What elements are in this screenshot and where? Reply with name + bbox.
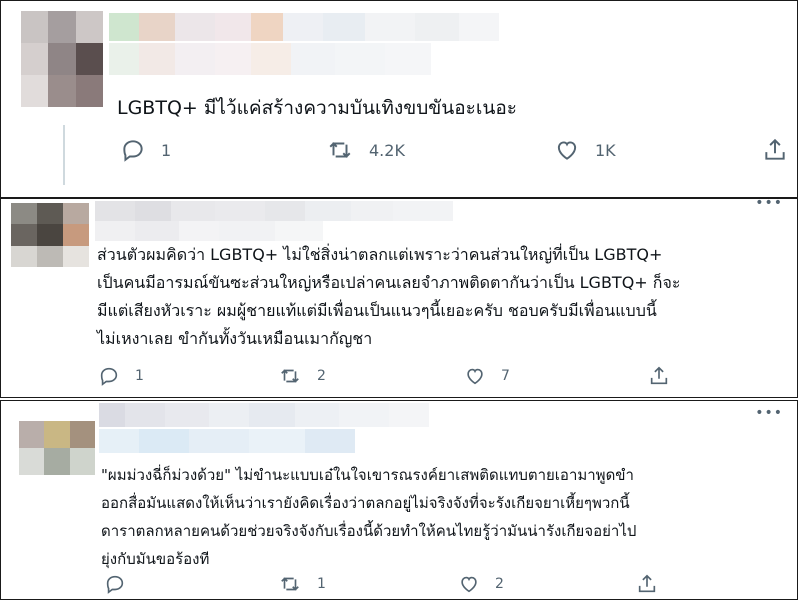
- author-name: [95, 201, 575, 221]
- like-icon: [557, 141, 577, 160]
- like-button[interactable]: 1K: [553, 137, 616, 163]
- tweet-text-line-4: ยุ่งกับมันขอร้องที: [101, 550, 210, 568]
- share-button[interactable]: [761, 137, 789, 163]
- reply-button[interactable]: 1: [119, 137, 171, 163]
- reply-count: 1: [135, 368, 144, 384]
- tweet-text-line-1: "ผมม่วงฉี่ก็ม่วงด้วย" ไม่ขำนะแบบเอ๋ในใจเ…: [101, 466, 634, 484]
- retweet-button[interactable]: 4.2K: [325, 137, 405, 163]
- share-icon: [650, 366, 668, 385]
- tweet-text-line-3: มีแต่เสียงหัวเราะ ผมผู้ชายแท้แต่มีเพื่อน…: [97, 301, 657, 320]
- like-count: 2: [495, 576, 504, 592]
- retweet-icon: [281, 369, 299, 383]
- reply-icon: [123, 140, 143, 162]
- reply-button[interactable]: [103, 573, 141, 595]
- retweet-icon: [281, 577, 299, 591]
- tweet-text-line-3: ดาราตลกหลายคนด้วยช่วยจริงจังกับเรื่องนี้…: [101, 522, 637, 540]
- like-count: 1K: [595, 140, 616, 160]
- like-button[interactable]: 2: [457, 573, 504, 595]
- reply-count: 1: [161, 140, 172, 160]
- share-button[interactable]: [647, 365, 671, 387]
- avatar[interactable]: [11, 203, 89, 267]
- retweet-count: 4.2K: [369, 140, 405, 160]
- like-count: 7: [501, 368, 510, 384]
- retweet-count: 1: [317, 576, 326, 592]
- avatar[interactable]: [19, 421, 95, 475]
- tweet-card-1[interactable]: LGBTQ+ มีไว้แค่สร้างความบันเทิงขบขันอะเน…: [0, 0, 798, 198]
- retweet-button[interactable]: 1: [277, 573, 326, 595]
- author-handle: [109, 43, 529, 75]
- tweet-text-line-4: ไม่เหงาเลย ขำกันทั้งวันเหมือนเมากัญชา: [97, 329, 373, 348]
- retweet-icon: [329, 142, 351, 158]
- retweet-count: 2: [317, 368, 326, 384]
- tweet-text-line-2: ออกสื่อมันแสดงให้เห็นว่าเรายังคิดเรื่องว…: [101, 494, 630, 512]
- like-icon: [461, 576, 477, 593]
- avatar[interactable]: [21, 11, 103, 107]
- tweet-text-line-2: เป็นคนมีอารมณ์ขันซะส่วนใหญ่หรือเปล่าคนเล…: [97, 273, 681, 292]
- retweet-button[interactable]: 2: [277, 365, 326, 387]
- tweet-text-line-1: ส่วนตัวผมคิดว่า LGBTQ+ ไม่ใช่สิ่งน่าตลกแ…: [97, 245, 663, 264]
- author-name: [109, 13, 549, 41]
- more-options-icon[interactable]: •••: [755, 199, 783, 211]
- author-name: [99, 403, 559, 427]
- more-options-icon[interactable]: •••: [755, 405, 783, 421]
- share-icon: [765, 138, 785, 160]
- share-button[interactable]: [635, 573, 659, 595]
- reply-icon: [106, 575, 124, 594]
- author-handle: [99, 429, 399, 453]
- like-icon: [467, 368, 483, 385]
- tweet-card-2[interactable]: ••• ส่วนตัวผมคิดว่า LGBTQ+ ไม่ใช่สิ่งน่า…: [0, 198, 798, 398]
- like-button[interactable]: 7: [463, 365, 510, 387]
- tweet-card-3[interactable]: ••• "ผมม่วงฉี่ก็ม่วงด้วย" ไม่ขำนะแบบเอ๋ใ…: [0, 400, 798, 600]
- share-icon: [638, 574, 656, 593]
- author-handle: [95, 221, 535, 241]
- reply-button[interactable]: 1: [97, 365, 144, 387]
- tweet-text: LGBTQ+ มีไว้แค่สร้างความบันเทิงขบขันอะเน…: [117, 97, 517, 119]
- reply-icon: [100, 367, 118, 386]
